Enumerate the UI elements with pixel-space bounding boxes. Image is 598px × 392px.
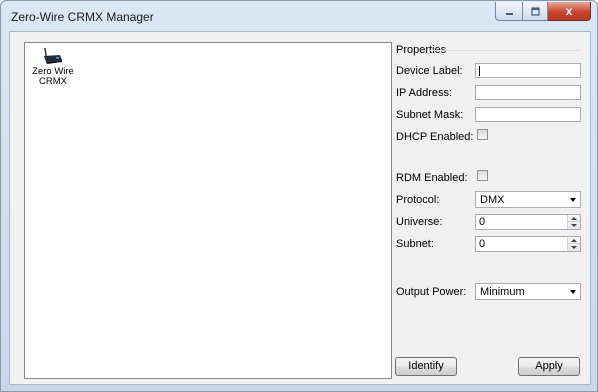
output-power-select[interactable]: Minimum	[475, 283, 581, 300]
close-button[interactable]: x	[548, 2, 591, 21]
app-window: Zero-Wire CRMX Manager x Zero Wire CRMX …	[0, 0, 598, 392]
spin-divider	[568, 221, 580, 222]
subnet-stepper[interactable]: 0	[475, 236, 581, 252]
output-power-label: Output Power:	[396, 286, 467, 298]
title-bar[interactable]: Zero-Wire CRMX Manager x	[1, 1, 597, 31]
minimize-button[interactable]	[495, 2, 523, 21]
output-power-value: Minimum	[480, 286, 525, 298]
spin-divider	[568, 243, 580, 244]
properties-divider	[430, 50, 580, 51]
caption-buttons: x	[495, 2, 591, 21]
minimize-icon	[505, 12, 513, 15]
protocol-value: DMX	[480, 194, 505, 206]
universe-spin-buttons[interactable]	[567, 215, 580, 229]
device-label-label: Device Label:	[396, 65, 463, 77]
protocol-select[interactable]: DMX	[475, 191, 581, 208]
rdm-enabled-label: RDM Enabled:	[396, 172, 468, 184]
device-label-field[interactable]	[475, 63, 581, 78]
universe-label: Universe:	[396, 216, 443, 228]
subnet-value: 0	[479, 238, 486, 250]
universe-value: 0	[479, 216, 486, 228]
subnet-label: Subnet:	[396, 238, 434, 250]
dhcp-enabled-checkbox[interactable]	[477, 129, 488, 140]
apply-button[interactable]: Apply	[518, 357, 580, 376]
subnet-mask-field[interactable]	[475, 107, 581, 122]
ip-address-field[interactable]	[475, 85, 581, 100]
rdm-enabled-checkbox[interactable]	[477, 170, 488, 181]
subnet-spin-buttons[interactable]	[567, 237, 580, 251]
spin-down-icon[interactable]	[571, 224, 577, 227]
maximize-icon	[530, 6, 540, 16]
window-title: Zero-Wire CRMX Manager	[11, 10, 154, 24]
maximize-button[interactable]	[523, 2, 548, 21]
ip-address-label: IP Address:	[396, 87, 453, 99]
chevron-down-icon	[570, 290, 576, 294]
device-label-line2: CRMX	[39, 76, 67, 87]
universe-stepper[interactable]: 0	[475, 214, 581, 230]
dhcp-enabled-label: DHCP Enabled:	[396, 131, 474, 143]
spin-up-icon[interactable]	[571, 217, 577, 220]
subnet-mask-label: Subnet Mask:	[396, 109, 464, 121]
close-icon: x	[565, 4, 573, 18]
identify-button[interactable]: Identify	[395, 357, 457, 376]
protocol-label: Protocol:	[396, 194, 440, 206]
device-list[interactable]: Zero Wire CRMX	[24, 42, 392, 379]
spin-up-icon[interactable]	[571, 239, 577, 242]
spin-down-icon[interactable]	[571, 246, 577, 249]
chevron-down-icon	[570, 198, 576, 202]
wireless-transmitter-icon	[44, 47, 62, 64]
device-item[interactable]: Zero Wire CRMX	[29, 47, 77, 87]
text-caret	[479, 66, 480, 76]
client-area: Zero Wire CRMX Properties Device Label: …	[9, 31, 591, 385]
